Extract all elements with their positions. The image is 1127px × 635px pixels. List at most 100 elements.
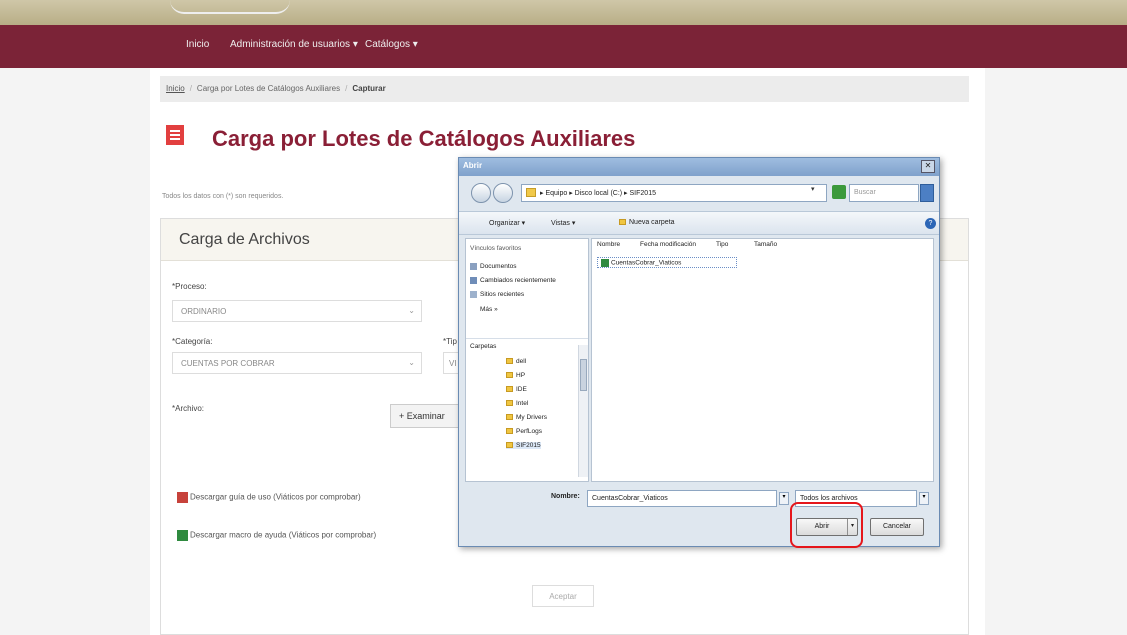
file-item[interactable]: CuentasCobrar_Viaticos — [597, 257, 737, 268]
help-icon[interactable]: ? — [925, 218, 936, 229]
nav-admin-usuarios[interactable]: Administración de usuarios ▾ — [230, 39, 358, 50]
column-header-name[interactable]: Nombre — [597, 241, 620, 248]
accept-button[interactable]: Aceptar — [532, 585, 594, 607]
cancel-button[interactable]: Cancelar — [870, 518, 924, 536]
proceso-value: ORDINARIO — [181, 307, 227, 316]
browse-button[interactable]: + Examinar — [390, 404, 462, 428]
column-header-size[interactable]: Tamaño — [754, 241, 777, 248]
dialog-titlebar: Abrir ✕ — [459, 158, 939, 176]
scrollbar-thumb[interactable] — [580, 359, 587, 391]
folders-header[interactable]: Carpetas — [470, 343, 496, 350]
proceso-label: *Proceso: — [172, 282, 207, 291]
page-title: Carga por Lotes de Catálogos Auxiliares — [212, 126, 636, 151]
back-arrow-icon[interactable] — [471, 183, 491, 203]
folders-scrollbar[interactable] — [578, 345, 588, 477]
download-macro-link[interactable]: Descargar macro de ayuda (Viáticos por c… — [177, 530, 376, 541]
recent-icon — [470, 277, 477, 284]
favorite-label: Sitios recientes — [480, 291, 525, 299]
folder-item[interactable]: dell — [506, 358, 526, 365]
folder-icon — [506, 372, 513, 379]
favorite-label: Cambiados recientemente — [480, 277, 556, 285]
documents-icon — [470, 263, 477, 270]
new-folder-button[interactable]: Nueva carpeta — [619, 219, 675, 226]
dialog-toolbar: Organizar ▾ Vistas ▾ Nueva carpeta ? — [459, 211, 939, 235]
navigation-pane: Vínculos favoritos Documentos Cambiados … — [465, 238, 589, 482]
browser-page: Inicio Administración de usuarios ▾ Catá… — [0, 0, 1127, 635]
folder-label: Intel — [516, 400, 529, 407]
archivo-label: *Archivo: — [172, 404, 205, 413]
folder-label: IDE — [516, 386, 527, 393]
highlight-open-button — [790, 502, 863, 548]
views-menu[interactable]: Vistas ▾ — [551, 219, 575, 227]
favorite-recent-changed[interactable]: Cambiados recientemente — [470, 277, 556, 284]
close-icon[interactable]: ✕ — [921, 160, 935, 173]
folder-label: HP — [516, 372, 526, 379]
folder-label: dell — [516, 358, 527, 365]
folder-item[interactable]: My Drivers — [506, 414, 547, 421]
folder-icon — [506, 400, 513, 407]
folder-item[interactable]: Intel — [506, 400, 528, 407]
favorite-label: Documentos — [480, 263, 517, 271]
search-icon[interactable] — [920, 184, 934, 202]
folder-icon — [506, 442, 513, 449]
breadcrumb-section[interactable]: Carga por Lotes de Catálogos Auxiliares — [197, 84, 340, 93]
folder-label: SIF2015 — [516, 442, 541, 449]
address-path: ▸ Equipo ▸ Disco local (C:) ▸ SIF2015 — [540, 190, 656, 197]
chevron-down-icon[interactable]: ▾ — [779, 492, 789, 505]
favorites-header: Vínculos favoritos — [470, 245, 522, 252]
folder-item[interactable]: PerfLogs — [506, 428, 542, 435]
chevron-down-icon[interactable]: ▾ — [811, 185, 815, 193]
favorite-documentos[interactable]: Documentos — [470, 263, 517, 270]
folder-icon — [506, 386, 513, 393]
favorite-recent-sites[interactable]: Sitios recientes — [470, 291, 524, 298]
folder-icon — [526, 188, 536, 197]
divider — [466, 338, 588, 339]
list-icon — [166, 125, 184, 145]
breadcrumb: Inicio / Carga por Lotes de Catálogos Auxi… — [160, 76, 969, 102]
column-header-date[interactable]: Fecha modificación — [640, 241, 696, 248]
dialog-title: Abrir — [463, 161, 483, 170]
chevron-down-icon: ⌄ — [408, 358, 415, 367]
logo-arc — [170, 0, 290, 14]
pdf-icon — [177, 492, 188, 503]
excel-file-icon — [601, 259, 609, 267]
nav-catalogos[interactable]: Catálogos ▾ — [365, 39, 418, 50]
refresh-icon[interactable] — [832, 185, 846, 199]
folder-label: PerfLogs — [516, 428, 543, 435]
tipo-value: VI — [449, 359, 457, 368]
organize-menu[interactable]: Organizar ▾ — [489, 219, 525, 227]
column-header-type[interactable]: Tipo — [716, 241, 728, 248]
chevron-down-icon: ⌄ — [408, 306, 415, 315]
folder-icon — [619, 219, 626, 226]
breadcrumb-home[interactable]: Inicio — [166, 84, 185, 93]
categoria-value: CUENTAS POR COBRAR — [181, 359, 275, 368]
download-guide-link[interactable]: Descargar guía de uso (Viáticos por comp… — [177, 492, 361, 503]
filename-label: Nombre: — [551, 493, 580, 500]
header-strip — [0, 0, 1127, 25]
required-note: Todos los datos con (*) son requeridos. — [162, 193, 284, 200]
folder-icon — [506, 358, 513, 365]
folder-label: My Drivers — [516, 414, 548, 421]
filename-input[interactable]: CuentasCobrar_Viaticos — [587, 490, 777, 507]
chevron-down-icon[interactable]: ▾ — [919, 492, 929, 505]
favorite-more[interactable]: Más » — [480, 306, 498, 313]
address-bar[interactable]: ▸ Equipo ▸ Disco local (C:) ▸ SIF2015 — [521, 184, 827, 202]
folder-item-selected[interactable]: SIF2015 — [506, 442, 541, 449]
breadcrumb-current: Capturar — [352, 84, 386, 93]
folder-item[interactable]: IDE — [506, 386, 527, 393]
categoria-label: *Categoría: — [172, 337, 213, 346]
folder-icon — [506, 428, 513, 435]
search-input[interactable]: Buscar — [849, 184, 919, 202]
download-macro-label: Descargar macro de ayuda (Viáticos por c… — [190, 530, 377, 540]
main-navbar: Inicio Administración de usuarios ▾ Catá… — [0, 25, 1127, 68]
nav-inicio[interactable]: Inicio — [186, 39, 209, 50]
open-file-dialog: Abrir ✕ ▸ Equipo ▸ Disco local (C:) ▸ SI… — [458, 157, 940, 547]
folder-icon — [506, 414, 513, 421]
forward-arrow-icon[interactable] — [493, 183, 513, 203]
file-name: CuentasCobrar_Viaticos — [611, 259, 682, 267]
folder-item[interactable]: HP — [506, 372, 525, 379]
tipo-label: *Tip — [443, 337, 457, 346]
file-list-pane: Nombre Fecha modificación Tipo Tamaño Cu… — [591, 238, 934, 482]
proceso-select[interactable]: ORDINARIO ⌄ — [172, 300, 422, 322]
categoria-select[interactable]: CUENTAS POR COBRAR ⌄ — [172, 352, 422, 374]
